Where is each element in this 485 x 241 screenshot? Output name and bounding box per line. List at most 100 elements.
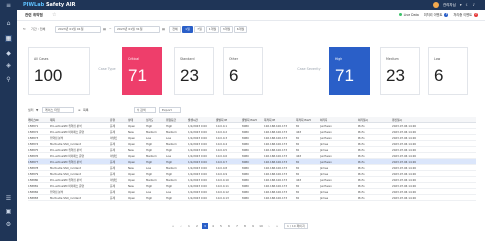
group-select[interactable]: 케이스 타입 — [42, 107, 74, 113]
quick-7d-button[interactable]: 7일 — [194, 26, 205, 33]
shield-icon[interactable]: ◆ — [5, 50, 12, 57]
list-label: 목록 — [83, 108, 89, 112]
table-cell: Pinfo — [358, 196, 365, 200]
all-cases-label: All Cases — [34, 57, 49, 61]
page-8-button[interactable]: 8 — [242, 223, 248, 229]
table-cell: 80 — [296, 196, 300, 200]
moon-icon[interactable]: ☾ — [466, 3, 469, 7]
page-title: 관련 취약점 — [25, 13, 43, 17]
home-icon[interactable]: ⌂ — [5, 20, 12, 27]
refresh-icon[interactable]: ↻ — [23, 26, 26, 33]
period-label: 기간 : 전체 — [31, 27, 46, 31]
notice-badge[interactable]: 처리중 이벤트 2 — [453, 12, 478, 17]
settings-icon[interactable]: ⚙ — [5, 221, 12, 228]
link-icon[interactable]: ⚲ — [5, 76, 12, 83]
filter-icon[interactable]: ▼ — [36, 107, 38, 113]
sidebar: ≡ ⌂ ▦ ◆ ◈ ⚲ ☰ ▣ ⚙ — [0, 0, 17, 241]
other-label: Other — [229, 57, 239, 61]
page-5-button[interactable]: 5 — [218, 223, 224, 229]
quick-6m-button[interactable]: 6개월 — [234, 26, 247, 33]
user-area: 관리자님 ▾ ☾ ♪ — [432, 2, 475, 8]
low-value: 6 — [434, 66, 444, 85]
case-severity-label: Case Severity — [297, 67, 321, 71]
calendar-icon[interactable]: ▤ — [103, 26, 106, 33]
list-icon[interactable]: ☰ — [5, 195, 12, 202]
critical-value: 71 — [128, 66, 147, 85]
high-card[interactable]: High 71 — [329, 47, 370, 95]
page-size-select[interactable]: 1 / 10 페이지 — [284, 223, 308, 229]
quick-1m-button[interactable]: 1개월 — [206, 26, 219, 33]
calendar-icon[interactable]: ▤ — [162, 26, 165, 33]
table-cell: Multi-site SSO_incident — [50, 196, 81, 200]
alerts-badge[interactable]: 미처리 이벤트 3 — [424, 12, 449, 17]
brand-name-primary: PIWLab — [23, 2, 45, 8]
live-data-indicator[interactable]: Live Data — [398, 12, 419, 17]
stats-panel: All Cases 100 Case Type Critical 71 Stan… — [28, 47, 476, 97]
standard-label: Standard — [180, 57, 195, 61]
star-icon[interactable]: ☆ — [52, 12, 56, 18]
low-label: Low — [434, 57, 441, 61]
menu-icon[interactable]: ≡ — [5, 2, 12, 9]
quick-all-button[interactable]: 전체 — [169, 26, 181, 33]
table-cell: 2023.07.06 14:26 — [392, 196, 416, 200]
date-separator: ~ — [109, 27, 112, 31]
page-3-button[interactable]: 3 — [202, 223, 208, 229]
case-type-label: Case Type — [98, 67, 116, 71]
standard-card[interactable]: Standard 23 — [174, 47, 214, 95]
user-name[interactable]: 관리자님 — [443, 3, 456, 8]
alerts-count: 3 — [444, 12, 449, 17]
page-10-button[interactable]: 10 — [258, 223, 264, 229]
shield-check-icon[interactable]: ◈ — [5, 62, 12, 69]
alerts-label: 미처리 이벤트 — [423, 13, 443, 17]
all-cases-value: 100 — [34, 66, 63, 85]
medium-card[interactable]: Medium 23 — [380, 47, 420, 95]
page-1-button[interactable]: 1 — [186, 223, 192, 229]
low-card[interactable]: Low 6 — [428, 47, 468, 95]
date-from-input[interactable]: 2023년 01월 01일 — [55, 26, 101, 33]
table-cell: High — [146, 196, 153, 200]
page-2-button[interactable]: 2 — [194, 223, 200, 229]
table-cell: High — [166, 196, 173, 200]
prev-page-icon[interactable]: ‹ — [178, 223, 184, 229]
critical-card[interactable]: Critical 71 — [122, 47, 162, 95]
notice-count: 2 — [474, 12, 478, 17]
table-toolbar: 필터 ▼ 케이스 타입 ≡ 목록 ⚲ 검색 Export — [28, 107, 476, 115]
live-label: Live Data — [403, 12, 419, 17]
filter-bar: ↻ 기간 : 전체 2023년 01월 01일 ▤ ~ 2023년 01월 31… — [17, 25, 485, 35]
status-area: Live Data 미처리 이벤트 3 처리중 이벤트 2 — [398, 12, 478, 17]
table-row[interactable]: 158883 Multi-site SSO_incident 문제 Open High H… — [28, 195, 476, 201]
notice-label: 처리중 이벤트 — [453, 13, 472, 17]
box-icon[interactable]: ▣ — [5, 208, 12, 215]
page-6-button[interactable]: 6 — [226, 223, 232, 229]
high-label: High — [335, 57, 343, 61]
chevron-down-icon[interactable]: ▾ — [460, 3, 462, 7]
avatar[interactable] — [432, 2, 439, 8]
brand-logo[interactable]: PIWLab Safety AIR — [23, 2, 75, 8]
page-9-button[interactable]: 9 — [250, 223, 256, 229]
other-card[interactable]: Other 6 — [223, 47, 263, 95]
table-cell: 192.168.100.173 — [264, 196, 288, 200]
page-4-button[interactable]: 4 — [210, 223, 216, 229]
high-value: 71 — [335, 66, 354, 85]
quick-1d-button[interactable]: 1일 — [182, 26, 193, 33]
other-value: 6 — [229, 66, 239, 85]
date-to-input[interactable]: 2023년 01월 31일 — [114, 26, 160, 33]
sub-header: 관련 취약점 ☆ Live Data 미처리 이벤트 3 처리중 이벤트 2 — [17, 10, 485, 21]
search-input[interactable]: ⚲ 검색 — [134, 107, 156, 113]
cases-table: 케이스ID 제목 유형 상태 심각도 위험등급 발생시간 출발지 IP 출발지 Port 목적지 … — [28, 117, 476, 201]
next-page-icon[interactable]: › — [266, 223, 272, 229]
page-7-button[interactable]: 7 — [234, 223, 240, 229]
list-view-icon[interactable]: ≡ — [78, 107, 81, 113]
pagination: «‹ 1 2 3 4 5 6 7 8 9 10 ›» 1 / 10 페이지 — [170, 222, 340, 230]
medium-value: 23 — [386, 66, 405, 85]
standard-value: 23 — [180, 66, 199, 85]
live-dot-icon — [398, 13, 402, 16]
all-cases-card[interactable]: All Cases 100 — [28, 47, 90, 95]
dashboard-icon[interactable]: ▦ — [5, 35, 12, 42]
quick-3m-button[interactable]: 3개월 — [220, 26, 233, 33]
table-cell: 8080 — [242, 196, 249, 200]
last-page-icon[interactable]: » — [274, 223, 280, 229]
first-page-icon[interactable]: « — [170, 223, 176, 229]
export-button[interactable]: Export — [159, 107, 181, 113]
bell-icon[interactable]: ♪ — [473, 3, 475, 7]
